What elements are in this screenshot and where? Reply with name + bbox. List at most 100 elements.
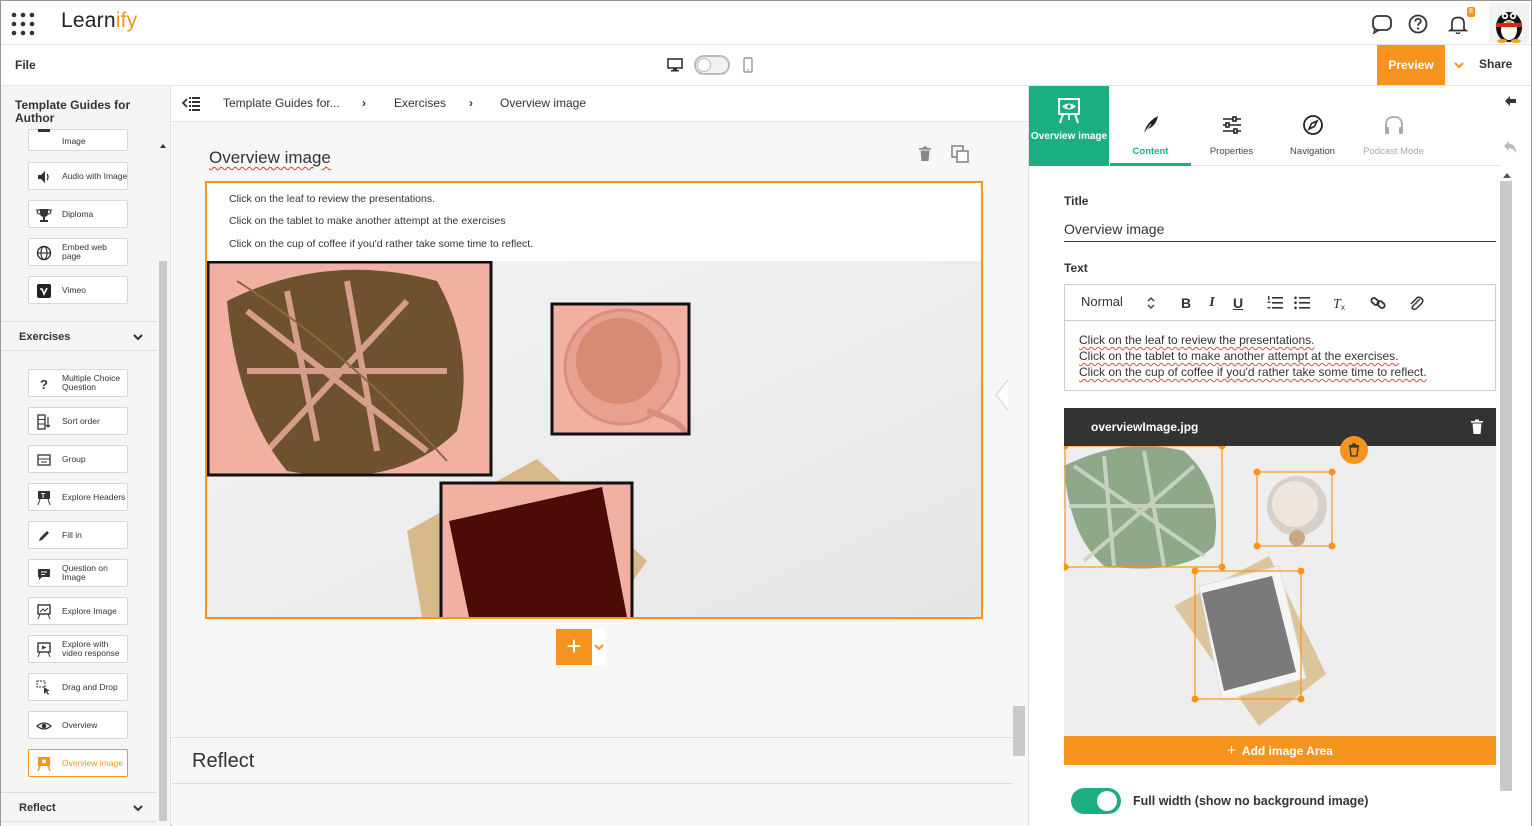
sidebar-item-explore-image[interactable]: Explore Image: [28, 597, 128, 625]
help-icon[interactable]: [1407, 13, 1429, 35]
rich-text-editor[interactable]: Click on the leaf to review the presenta…: [1064, 321, 1496, 391]
overview-image-icon: [36, 756, 52, 772]
collapse-panel-left-arrow-icon[interactable]: [1503, 94, 1517, 108]
video-icon: [36, 642, 52, 658]
block-text-line: Click on the leaf to review the presenta…: [229, 193, 436, 205]
svg-text:x: x: [1341, 303, 1345, 312]
user-avatar[interactable]: [1489, 3, 1529, 43]
scroll-up-arrow-icon[interactable]: [159, 141, 167, 151]
file-menu[interactable]: File: [15, 58, 36, 72]
tab-properties[interactable]: Properties: [1191, 86, 1272, 166]
sidebar-item-embed-web-page[interactable]: Embed web page: [28, 238, 128, 266]
app-logo: Learnify: [61, 9, 138, 32]
breadcrumb-separator-icon: ›: [469, 96, 473, 110]
editor-line: Click on the leaf to review the presenta…: [1079, 333, 1315, 347]
breadcrumb-item-overview-image[interactable]: Overview image: [500, 96, 586, 110]
chat-icon[interactable]: [1371, 13, 1393, 35]
delete-block-trash-icon[interactable]: [918, 146, 932, 162]
sidebar-item-sort-order[interactable]: Sort order: [28, 407, 128, 435]
sidebar-section-exercises[interactable]: Exercises: [1, 321, 157, 351]
duplicate-block-icon[interactable]: [950, 144, 970, 164]
outline-toggle-icon[interactable]: [182, 95, 200, 113]
tab-content[interactable]: Content: [1110, 86, 1191, 166]
image-icon: [36, 128, 52, 134]
breadcrumb-item-template-guides[interactable]: Template Guides for...: [223, 96, 340, 110]
notification-bell-icon[interactable]: [1447, 13, 1469, 35]
chevron-down-icon: [133, 332, 143, 342]
desktop-view-icon[interactable]: [667, 58, 683, 72]
bold-button[interactable]: B: [1177, 294, 1195, 312]
sidebar-section-reflect[interactable]: Reflect: [1, 792, 157, 822]
sidebar-scrollbar[interactable]: [158, 141, 168, 826]
plus-icon: +: [1227, 742, 1236, 759]
italic-button[interactable]: I: [1203, 294, 1221, 312]
preview-dropdown-chevron-icon[interactable]: [1445, 45, 1473, 85]
overview-image: [207, 261, 981, 617]
block-title[interactable]: Overview image: [209, 148, 331, 168]
editor-toolbar: File Preview Share: [1, 45, 1531, 86]
canvas-scrollbar-thumb[interactable]: [1013, 706, 1025, 756]
attachment-icon[interactable]: [1407, 294, 1425, 312]
underline-button[interactable]: U: [1229, 294, 1247, 312]
group-icon: [36, 452, 52, 468]
scroll-up-arrow-icon[interactable]: [1502, 171, 1512, 181]
full-width-toggle-knob: [1097, 791, 1117, 811]
sidebar-item-image[interactable]: Image: [28, 129, 128, 151]
ordered-list-icon[interactable]: [1266, 294, 1284, 312]
select-arrows-icon: [1147, 296, 1155, 310]
preview-button[interactable]: Preview: [1377, 45, 1445, 85]
reflect-block[interactable]: Reflect: [172, 737, 1012, 784]
view-mode-toggle-knob: [697, 58, 711, 72]
full-width-label: Full width (show no background image): [1133, 794, 1369, 808]
bullet-list-icon[interactable]: [1293, 294, 1311, 312]
panel-scrollbar[interactable]: [1500, 86, 1531, 826]
top-bar: Learnify 8: [1, 1, 1531, 45]
delete-area-trash-icon[interactable]: [1340, 436, 1368, 464]
text-field-label: Text: [1064, 261, 1088, 275]
share-button[interactable]: Share: [1479, 57, 1512, 71]
image-area-editor[interactable]: [1064, 446, 1496, 736]
sort-icon: [36, 414, 52, 430]
sidebar-scrollbar-thumb[interactable]: [159, 261, 167, 821]
mobile-view-icon[interactable]: [743, 57, 753, 73]
sidebar-item-audio-with-image[interactable]: Audio with Image: [28, 162, 128, 190]
undo-arrow-icon[interactable]: [1503, 138, 1517, 154]
overview-image-block[interactable]: Click on the leaf to review the presenta…: [205, 181, 983, 619]
headers-icon: T: [36, 490, 52, 506]
breadcrumb-item-exercises[interactable]: Exercises: [394, 96, 446, 110]
title-field-label: Title: [1064, 194, 1089, 208]
editor-canvas: Template Guides for... › Exercises › Ove…: [172, 86, 1028, 826]
sidebar-item-question-on-image[interactable]: Question on Image: [28, 559, 128, 587]
title-input[interactable]: [1064, 216, 1496, 242]
sidebar-item-vimeo[interactable]: Vimeo: [28, 276, 128, 304]
tab-overview-image[interactable]: Overview image: [1029, 86, 1109, 166]
tab-podcast-mode[interactable]: Podcast Mode: [1353, 86, 1434, 166]
sidebar-item-fill-in[interactable]: Fill in: [28, 521, 128, 549]
panel-scrollbar-thumb[interactable]: [1500, 181, 1512, 791]
view-mode-toggle[interactable]: [694, 55, 730, 75]
add-image-area-button[interactable]: + Add image Area: [1064, 736, 1496, 765]
sidebar-title: Template Guides for Author: [15, 98, 131, 125]
link-icon[interactable]: [1369, 294, 1387, 312]
tab-navigation[interactable]: Navigation: [1272, 86, 1353, 166]
sidebar-item-drag-and-drop[interactable]: Drag and Drop: [28, 673, 128, 701]
add-block-button[interactable]: +: [556, 629, 592, 665]
editor-line: Click on the tablet to make another atte…: [1079, 349, 1399, 363]
clear-format-icon[interactable]: Tx: [1331, 294, 1349, 312]
sidebar-item-group[interactable]: Group: [28, 445, 128, 473]
sidebar-item-diploma[interactable]: Diploma: [28, 200, 128, 228]
svg-text:T: T: [41, 493, 46, 500]
format-select[interactable]: Normal: [1081, 294, 1123, 309]
full-width-toggle[interactable]: [1071, 788, 1121, 814]
apps-grid-icon[interactable]: [11, 12, 35, 36]
block-text-line: Click on the tablet to make another atte…: [229, 215, 506, 227]
sidebar-item-overview-image[interactable]: Overview image: [28, 749, 128, 777]
sidebar-item-explore-headers[interactable]: T Explore Headers: [28, 483, 128, 511]
sidebar-item-overview[interactable]: Overview: [28, 711, 128, 739]
headphones-icon: [1383, 114, 1405, 136]
sidebar-item-multiple-choice-question[interactable]: ? Multiple Choice Question: [28, 369, 128, 397]
sidebar-item-explore-with-video-response[interactable]: Explore with video response: [28, 635, 128, 663]
add-block-chevron-icon[interactable]: [592, 629, 606, 665]
collapse-panel-arrow-icon[interactable]: [994, 378, 1010, 412]
delete-image-trash-icon[interactable]: [1469, 419, 1485, 435]
